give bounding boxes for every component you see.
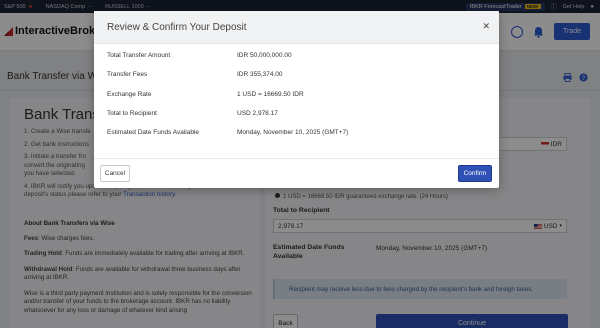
confirm-deposit-dialog: Review & Confirm Your Deposit ✕ Total Tr… [94,11,499,188]
cancel-button[interactable]: Cancel [100,165,130,182]
summary-label: Total to Recipient [107,110,157,117]
close-icon[interactable]: ✕ [482,21,490,32]
summary-value: USD 2,978.17 [237,110,278,117]
dialog-title: Review & Confirm Your Deposit [107,22,247,33]
summary-label: Exchange Rate [107,91,152,98]
summary-label: Estimated Date Funds Available [107,129,200,136]
summary-value: 1 USD = 16669.50 IDR [237,91,304,98]
dialog-header: Review & Confirm Your Deposit ✕ [94,11,499,44]
summary-label: Total Transfer Amount [107,52,171,59]
summary-value: IDR 50,000,000.00 [237,52,292,59]
summary-value: Monday, November 10, 2025 (GMT+7) [237,129,349,136]
summary-value: IDR 355,374.00 [237,71,283,78]
summary-label: Transfer Fees [107,71,148,78]
dialog-footer: Cancel Confirm [94,158,499,188]
confirm-button[interactable]: Confirm [458,165,492,182]
